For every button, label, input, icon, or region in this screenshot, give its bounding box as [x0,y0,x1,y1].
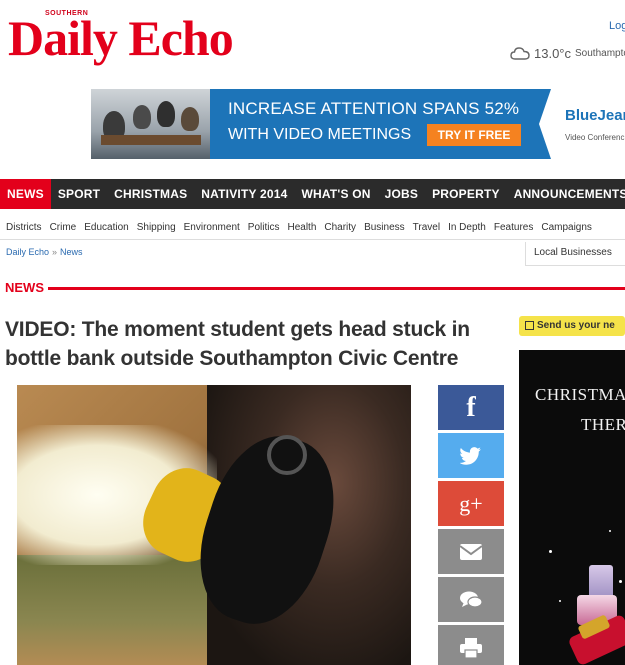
ad-headline: INCREASE ATTENTION SPANS 52% [228,99,520,118]
login-link[interactable]: Log [609,20,625,32]
comment-icon [460,591,483,608]
comments-button[interactable] [438,577,504,622]
subnav-politics[interactable]: Politics [244,216,284,239]
sidebar-ad-line2: THER [581,415,625,434]
video-player[interactable] [17,385,411,665]
nav-item-sport[interactable]: SPORT [51,179,107,209]
nav-item-announcements[interactable]: ANNOUNCEMENTS [507,179,625,209]
ad-brand-sub: Video Conferencing [565,133,625,142]
subnav-campaigns[interactable]: Campaigns [537,216,596,239]
subnav-education[interactable]: Education [80,216,132,239]
twitter-share-button[interactable] [438,433,504,478]
nav-item-christmas[interactable]: CHRISTMAS [107,179,194,209]
sub-nav: Districts Crime Education Shipping Envir… [0,216,625,240]
print-icon [460,637,482,659]
google-plus-icon: g+ [459,490,483,516]
send-us-label: Send us your ne [537,320,615,331]
breadcrumb-news[interactable]: News [60,247,83,257]
ad-brand-panel: BlueJeans Video Conferencing [539,89,625,159]
subnav-charity[interactable]: Charity [320,216,360,239]
ad-brand-name: BlueJeans [565,107,625,124]
subnav-districts[interactable]: Districts [0,216,46,239]
section-header: NEWS [5,280,48,295]
subnav-shipping[interactable]: Shipping [133,216,180,239]
sidebar-ad[interactable]: CHRISTMA THER [519,350,625,665]
subnav-environment[interactable]: Environment [180,216,244,239]
main-nav: NEWS SPORT CHRISTMAS NATIVITY 2014 WHAT'… [0,179,625,209]
breadcrumb: Daily Echo» News [6,247,83,257]
banner-ad[interactable]: INCREASE ATTENTION SPANS 52% WITH VIDEO … [91,89,625,159]
edit-icon [525,321,534,330]
logo-tagline: SOUTHERN [45,10,89,17]
ad-photo [91,89,210,159]
site-logo[interactable]: SOUTHERN Daily Echo [8,8,234,68]
logo-text: Daily Echo [8,10,234,66]
social-share-bar: f g+ [438,385,504,665]
breadcrumb-home[interactable]: Daily Echo [6,247,49,257]
print-button[interactable] [438,625,504,665]
nav-item-jobs[interactable]: JOBS [378,179,425,209]
article-headline: VIDEO: The moment student gets head stuc… [5,318,470,370]
subnav-business[interactable]: Business [360,216,409,239]
section-divider [48,287,625,290]
weather-location[interactable]: Southampton [575,48,625,59]
send-us-your-news-button[interactable]: Send us your ne [519,316,625,336]
facebook-icon: f [466,391,476,423]
subnav-in-depth[interactable]: In Depth [444,216,490,239]
google-plus-share-button[interactable]: g+ [438,481,504,526]
weather-widget: 13.0°c Southampton [510,45,625,61]
ad-subheadline: WITH VIDEO MEETINGS [228,126,412,143]
twitter-icon [460,446,481,465]
nav-item-property[interactable]: PROPERTY [425,179,507,209]
email-share-button[interactable] [438,529,504,574]
section-label: NEWS [5,280,44,295]
envelope-icon [459,543,483,560]
subnav-health[interactable]: Health [283,216,320,239]
local-businesses-tab[interactable]: Local Businesses [525,242,625,266]
nav-item-nativity[interactable]: NATIVITY 2014 [194,179,294,209]
sidebar-ad-line1: CHRISTMA [535,385,625,404]
subnav-features[interactable]: Features [490,216,537,239]
subnav-crime[interactable]: Crime [46,216,81,239]
ad-cta-button[interactable]: TRY IT FREE [427,124,521,146]
breadcrumb-separator: » [52,247,58,257]
nav-item-news[interactable]: NEWS [0,179,51,209]
nav-item-whats-on[interactable]: WHAT'S ON [295,179,378,209]
cloud-icon [510,47,530,60]
facebook-share-button[interactable]: f [438,385,504,430]
weather-temperature: 13.0°c [534,45,572,61]
subnav-travel[interactable]: Travel [409,216,444,239]
